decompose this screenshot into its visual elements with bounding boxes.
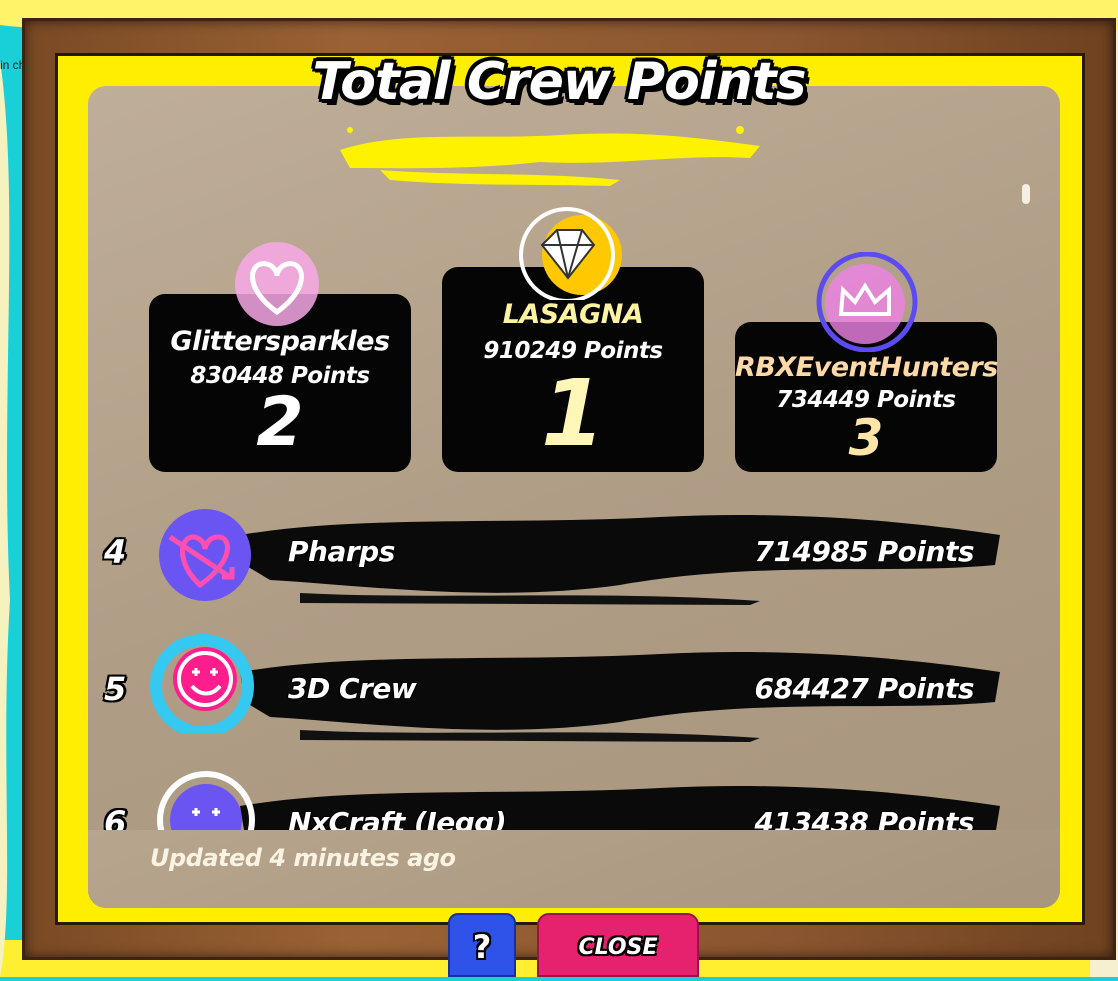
crew-list: 4 Pharps 714985 Points 5 3D Crew 684427 … [0,0,1118,830]
row-points: 714985 Points [754,535,975,568]
smiley-icon [150,634,254,734]
heart-arrow-icon [159,509,251,601]
list-item[interactable]: 6 NxCraft (Jegg) 413438 Points [100,771,1000,830]
list-item[interactable]: 4 Pharps 714985 Points [100,505,1000,605]
row-name: NxCraft (Jegg) [288,806,507,830]
updated-timestamp: Updated 4 minutes ago [150,844,456,872]
help-button[interactable]: ? [448,913,516,977]
row-rank: 6 [104,804,127,830]
row-name: 3D Crew [288,672,417,705]
smiley-icon [157,771,255,830]
row-rank: 5 [104,670,127,708]
row-name: Pharps [288,535,395,568]
list-item[interactable]: 5 3D Crew 684427 Points [100,634,1000,742]
row-points: 684427 Points [754,672,975,705]
row-rank: 4 [104,533,127,571]
row-points: 413438 Points [754,806,975,830]
close-button[interactable]: CLOSE [537,913,699,977]
